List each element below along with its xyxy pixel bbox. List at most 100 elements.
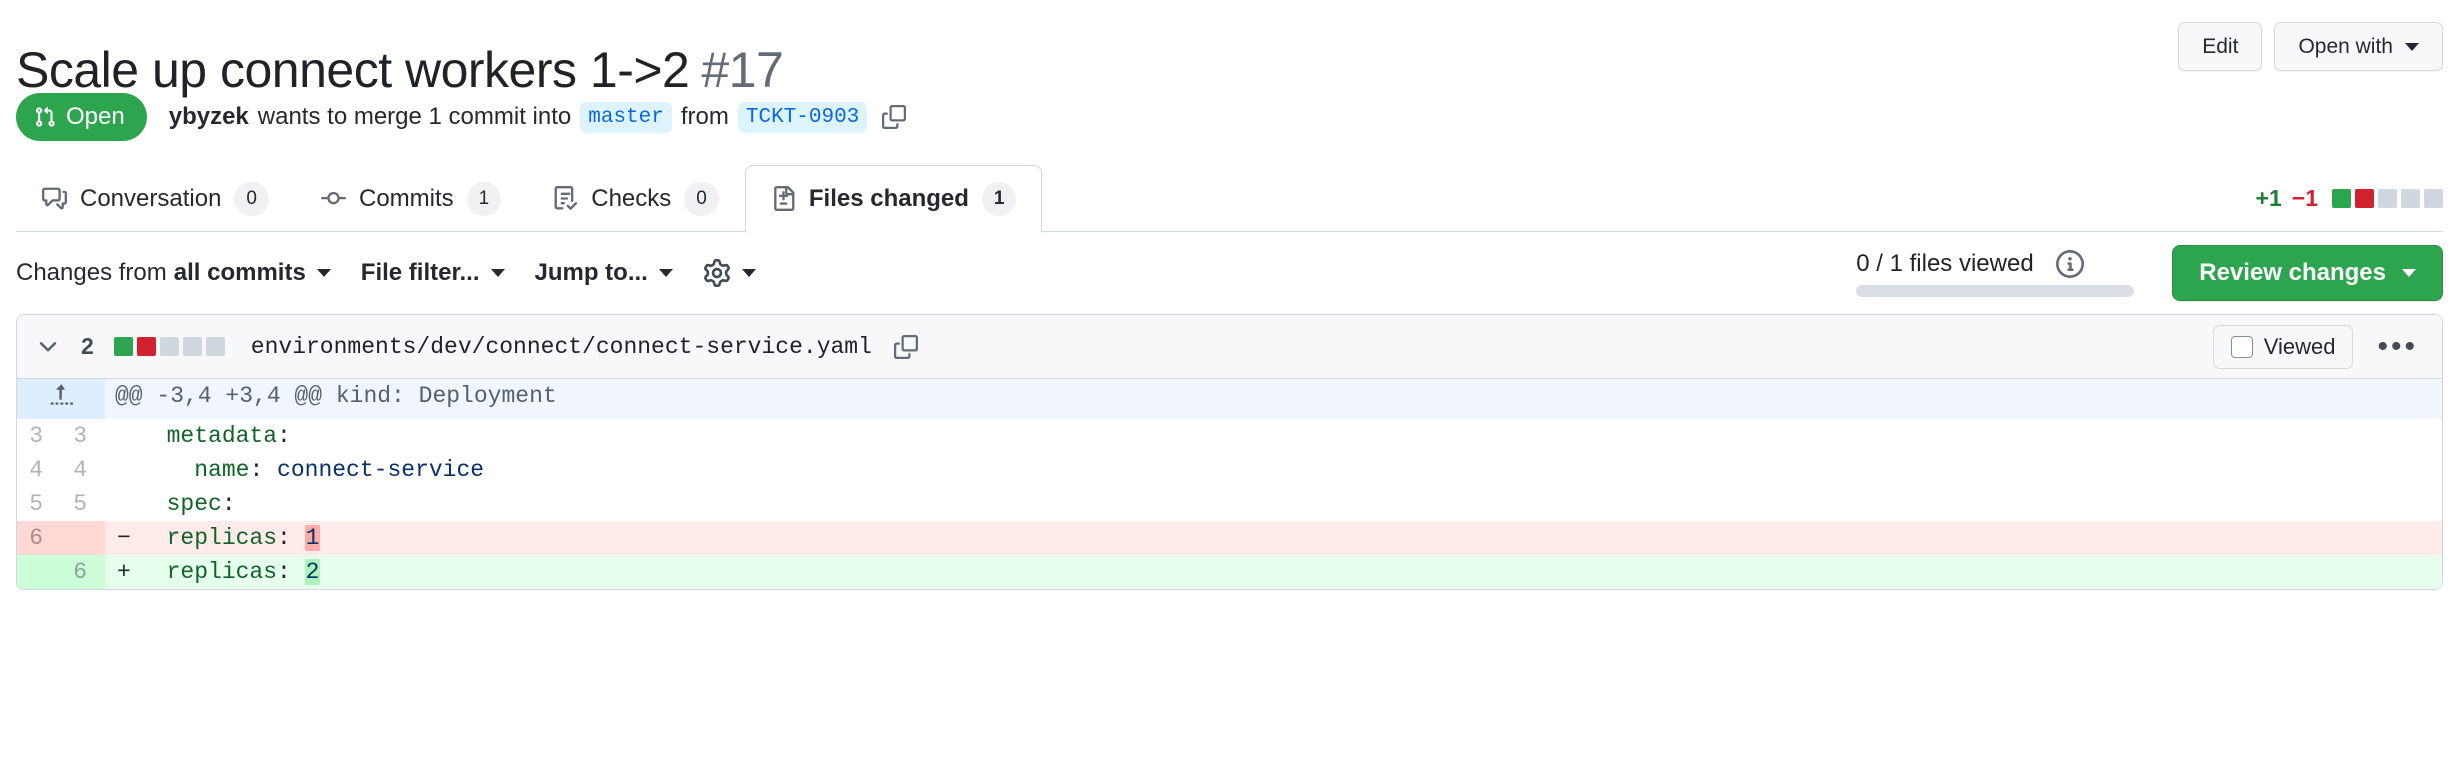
- jump-to-dropdown[interactable]: Jump to...: [535, 259, 673, 287]
- code-sep: :: [277, 423, 291, 450]
- diffstat-block: [2332, 189, 2351, 208]
- merge-text-part1: wants to merge 1 commit into: [257, 103, 572, 130]
- code-key: name: [194, 457, 250, 484]
- old-line-number: 4: [29, 457, 43, 484]
- diffstat-block: [2378, 189, 2397, 208]
- code-value: 1: [304, 525, 321, 552]
- checklist-icon: [553, 186, 578, 211]
- merge-description: ybyzek wants to merge 1 commit into mast…: [169, 101, 907, 133]
- file-header-actions: Viewed •••: [2212, 324, 2424, 369]
- edit-button-label: Edit: [2202, 35, 2239, 58]
- diff-row-deletion: 6 − replicas: 1: [17, 521, 2442, 556]
- tab-commits[interactable]: Commits 1: [295, 165, 527, 234]
- code-value: 2: [304, 559, 321, 586]
- code-sep: :: [277, 525, 305, 552]
- viewed-toggle-button[interactable]: Viewed: [2212, 324, 2354, 369]
- title-actions: Edit Open with: [2178, 8, 2443, 72]
- diff-code-cell[interactable]: − replicas: 1: [105, 521, 2442, 556]
- diff-code-cell[interactable]: + replicas: 2: [105, 555, 2442, 590]
- comment-discussion-icon: [42, 186, 67, 211]
- base-branch-chip[interactable]: master: [580, 101, 672, 133]
- open-with-button-label: Open with: [2298, 35, 2393, 58]
- file-filter-dropdown[interactable]: File filter...: [361, 259, 505, 287]
- tab-files-changed-count: 1: [981, 181, 1017, 216]
- new-line-number: 3: [73, 423, 87, 450]
- expand-hunk-button[interactable]: [17, 379, 105, 420]
- info-icon[interactable]: [2055, 249, 2084, 278]
- diff-table: @@ -3,4 +3,4 @@ kind: Deployment 3 3 met…: [17, 379, 2442, 590]
- expand-up-icon: [48, 382, 74, 408]
- diffstat-blocks: [2332, 189, 2443, 208]
- pr-title-row: Scale up connect workers 1->2 #17 Edit Op…: [16, 0, 2443, 98]
- pr-tabs: Conversation 0 Commits 1 Checks 0 Files …: [16, 158, 2443, 234]
- file-diff-card: 2 environments/dev/connect/connect-servi…: [16, 314, 2443, 591]
- chevron-down-icon: [2405, 42, 2419, 51]
- copy-branch-icon[interactable]: [882, 105, 907, 129]
- collapse-chevron-icon[interactable]: [35, 334, 61, 360]
- head-branch-chip[interactable]: TCKT-0903: [737, 101, 868, 133]
- code-sep: :: [221, 491, 236, 518]
- open-with-button[interactable]: Open with: [2274, 22, 2443, 72]
- review-changes-label: Review changes: [2199, 259, 2386, 286]
- diff-toolbar: Changes from all commits File filter... …: [16, 232, 2443, 314]
- diff-row-context: 5 5 spec:: [17, 487, 2442, 521]
- chevron-down-icon: [2402, 269, 2416, 277]
- changes-from-dropdown[interactable]: Changes from all commits: [16, 259, 331, 287]
- diff-code-cell[interactable]: name: connect-service: [105, 453, 2442, 487]
- tab-files-changed-label: Files changed: [808, 184, 969, 212]
- chevron-down-icon: [316, 269, 331, 277]
- tab-checks-label: Checks: [591, 184, 672, 212]
- code-value: connect-service: [277, 457, 485, 484]
- tab-conversation[interactable]: Conversation 0: [16, 165, 295, 234]
- diffstat-summary: +1 −1: [2256, 185, 2443, 212]
- file-filter-label: File filter...: [360, 259, 480, 286]
- page-title: Scale up connect workers 1->2 #17: [16, 41, 784, 98]
- pull-request-files-changed-page: Scale up connect workers 1->2 #17 Edit Op…: [0, 0, 2459, 761]
- diff-row-context: 4 4 name: connect-service: [17, 453, 2442, 487]
- pr-title-text: Scale up connect workers 1->2: [16, 41, 690, 98]
- diff-code-cell[interactable]: spec:: [105, 487, 2442, 521]
- code-sep: :: [249, 457, 278, 484]
- files-viewed-text: 0 / 1 files viewed: [1856, 249, 2034, 277]
- pr-tabs-container: Conversation 0 Commits 1 Checks 0 Files …: [16, 158, 2443, 234]
- status-badge-label: Open: [66, 103, 125, 130]
- review-changes-button[interactable]: Review changes: [2172, 245, 2443, 301]
- code-sep: :: [277, 559, 305, 586]
- gear-icon: [703, 259, 731, 287]
- diff-hunk-header-text: @@ -3,4 +3,4 @@ kind: Deployment: [105, 379, 2442, 420]
- file-path[interactable]: environments/dev/connect/connect-service…: [251, 334, 872, 360]
- tab-commits-count: 1: [466, 181, 502, 216]
- tab-checks-count: 0: [684, 181, 719, 216]
- edit-button[interactable]: Edit: [2178, 22, 2263, 72]
- diff-row-addition: 6 + replicas: 2: [17, 555, 2442, 590]
- files-viewed-progress-group: 0 / 1 files viewed: [1856, 249, 2135, 297]
- toolbar-right-group: 0 / 1 files viewed Review changes: [1856, 245, 2443, 301]
- diff-row-context: 3 3 metadata:: [17, 419, 2442, 453]
- code-key: replicas: [166, 559, 278, 586]
- files-viewed-line: 0 / 1 files viewed: [1856, 249, 2084, 278]
- diffstat-block: [2424, 189, 2443, 208]
- diff-code-cell[interactable]: metadata:: [105, 419, 2442, 453]
- code-key: replicas: [166, 525, 278, 552]
- file-options-kebab-icon[interactable]: •••: [2371, 331, 2424, 362]
- viewed-label: Viewed: [2263, 333, 2336, 359]
- file-diff-header: 2 environments/dev/connect/connect-servi…: [17, 315, 2442, 379]
- diffstat-block: [159, 337, 179, 356]
- tab-checks[interactable]: Checks 0: [527, 165, 745, 234]
- pr-author[interactable]: ybyzek: [169, 103, 249, 131]
- viewed-checkbox[interactable]: [2230, 335, 2253, 358]
- pr-number: #17: [701, 41, 784, 98]
- diffstat-block: [2355, 189, 2374, 208]
- chevron-down-icon: [490, 269, 505, 277]
- old-line-number: 3: [29, 423, 43, 450]
- diff-settings-dropdown[interactable]: [703, 259, 756, 287]
- diffstat-block: [113, 337, 133, 356]
- old-line-number: 6: [17, 521, 61, 556]
- tab-conversation-count: 0: [234, 181, 269, 216]
- tab-files-changed[interactable]: Files changed 1: [744, 164, 1043, 233]
- copy-path-icon[interactable]: [893, 334, 918, 359]
- diffstat-block: [136, 337, 156, 356]
